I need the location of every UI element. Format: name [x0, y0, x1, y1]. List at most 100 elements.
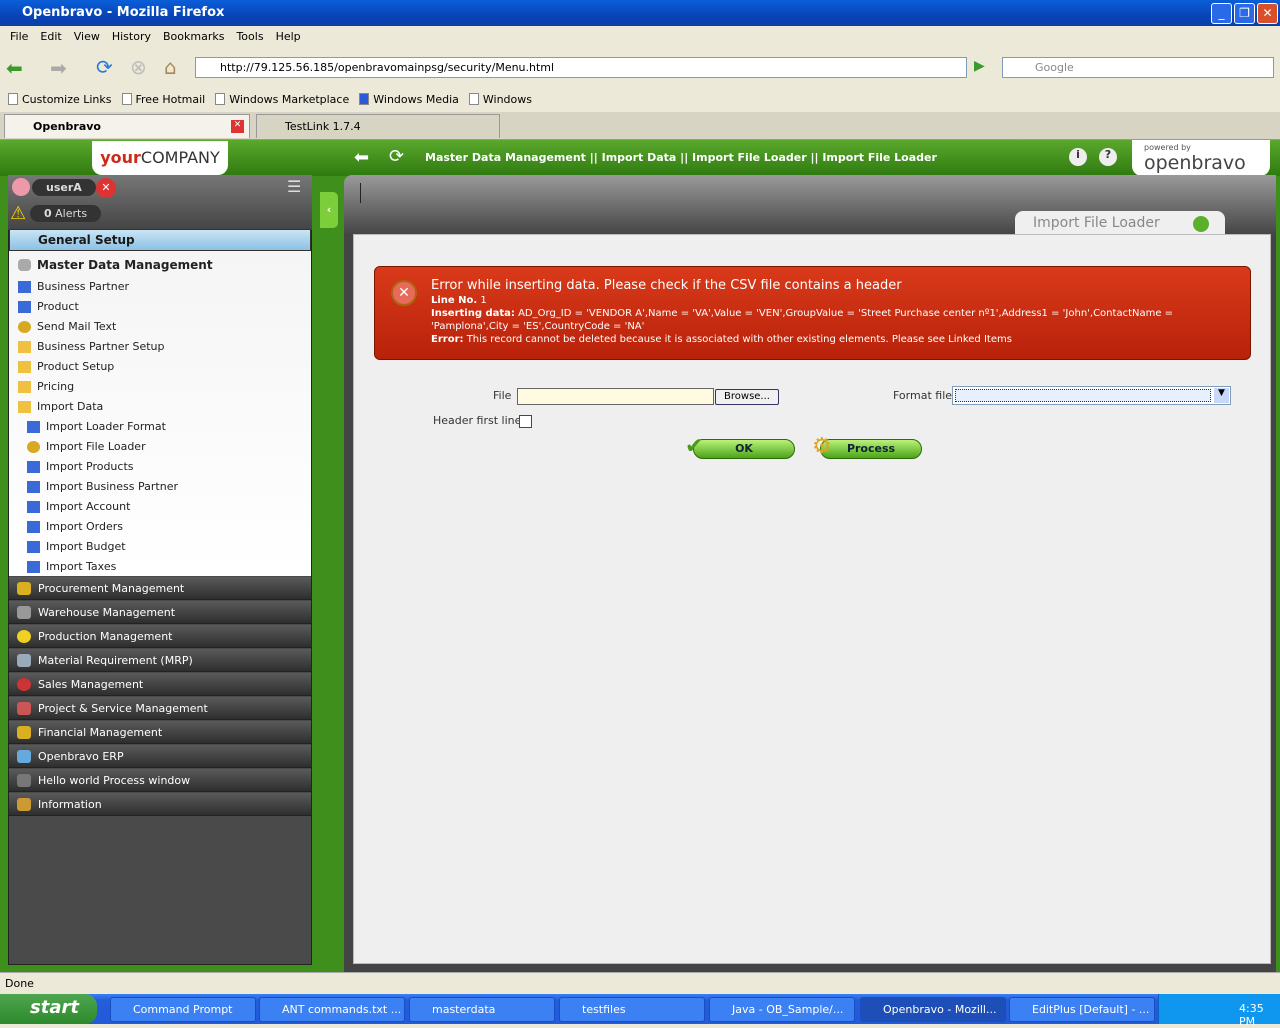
- taskbar-item[interactable]: testfiles: [559, 997, 705, 1022]
- forward-icon[interactable]: ➡: [50, 56, 67, 80]
- logout-icon[interactable]: ✕: [96, 178, 116, 198]
- bookmarks-bar: Customize Links Free Hotmail Windows Mar…: [0, 88, 532, 110]
- page-tab: Import File Loader: [1015, 211, 1225, 236]
- sidebar-item[interactable]: Send Mail Text: [18, 320, 116, 333]
- tab-openbravo[interactable]: Openbravo ✕: [4, 114, 250, 138]
- process-button[interactable]: Process: [820, 439, 922, 459]
- tab-label: TestLink 1.7.4: [285, 120, 361, 133]
- menu-file[interactable]: File: [4, 27, 34, 47]
- collapse-sidebar-button[interactable]: ‹: [320, 192, 338, 228]
- sidebar-master-data-panel: Master Data Management Business Partner …: [9, 251, 311, 576]
- breadcrumb[interactable]: Master Data Management || Import Data ||…: [425, 151, 937, 164]
- chevron-down-icon[interactable]: ▼: [1214, 388, 1229, 403]
- minimize-button[interactable]: _: [1211, 3, 1232, 24]
- sidebar-section-sales[interactable]: Sales Management: [9, 673, 311, 696]
- ok-button[interactable]: OK: [693, 439, 795, 459]
- taskbar-item[interactable]: Command Prompt: [110, 997, 256, 1022]
- bookmark[interactable]: Customize Links: [8, 93, 112, 106]
- sidebar-section-mrp[interactable]: Material Requirement (MRP): [9, 649, 311, 672]
- sidebar-subitem[interactable]: Import Account: [27, 500, 130, 513]
- back-arrow-icon[interactable]: ⬅: [354, 147, 369, 168]
- tab-label: Openbravo: [33, 120, 101, 133]
- sidebar-item[interactable]: Business Partner: [18, 280, 129, 293]
- help-icon[interactable]: ?: [1099, 148, 1117, 166]
- sidebar-section-hello-world[interactable]: Hello world Process window: [9, 769, 311, 792]
- home-icon[interactable]: ⌂: [164, 55, 177, 79]
- sidebar-item[interactable]: Pricing: [18, 380, 74, 393]
- alerts-badge[interactable]: 0 Alerts: [30, 205, 102, 222]
- sidebar-item[interactable]: Product Setup: [18, 360, 114, 373]
- taskbar-item[interactable]: Java - OB_Sample/...: [709, 997, 855, 1022]
- back-icon[interactable]: ⬅: [6, 56, 23, 80]
- bookmark[interactable]: Windows Media: [359, 93, 459, 106]
- menu-bookmarks[interactable]: Bookmarks: [157, 27, 230, 47]
- sidebar-item-master-data-management[interactable]: Master Data Management: [18, 258, 213, 272]
- sidebar-item-general-setup[interactable]: General Setup: [9, 229, 311, 251]
- reload-icon[interactable]: ⟳: [96, 55, 113, 79]
- sidebar-top: userA ✕ ☰ ⚠ 0 Alerts: [8, 175, 312, 230]
- sidebar-section-openbravo-erp[interactable]: Openbravo ERP: [9, 745, 311, 768]
- refresh-icon[interactable]: ⟳: [389, 146, 404, 167]
- taskbar-item[interactable]: Openbravo - Mozill...: [860, 997, 1006, 1022]
- menu-help[interactable]: Help: [270, 27, 307, 47]
- sidebar-section-information[interactable]: Information: [9, 793, 311, 816]
- status-bar: Done: [0, 972, 1280, 994]
- go-icon[interactable]: ▶: [974, 58, 985, 74]
- sidebar-subitem[interactable]: Import Budget: [27, 540, 126, 553]
- toolbar-separator: [360, 183, 361, 203]
- file-label: File: [493, 389, 512, 402]
- format-file-select[interactable]: ▼: [952, 386, 1231, 405]
- error-icon: ✕: [391, 280, 417, 306]
- bookmark[interactable]: Free Hotmail: [121, 93, 205, 106]
- company-logo: yourCOMPANY: [92, 141, 228, 175]
- menu-bar: File Edit View History Bookmarks Tools H…: [0, 27, 1280, 47]
- info-icon[interactable]: i: [1069, 148, 1087, 166]
- bookmark[interactable]: Windows Marketplace: [215, 93, 349, 106]
- sidebar-subitem[interactable]: Import Loader Format: [27, 420, 166, 433]
- sidebar-item[interactable]: Product: [18, 300, 79, 313]
- file-input[interactable]: [517, 388, 714, 405]
- sidebar-section-production[interactable]: Production Management: [9, 625, 311, 648]
- taskbar-item[interactable]: ANT commands.txt ...: [259, 997, 405, 1022]
- menu-view[interactable]: View: [68, 27, 106, 47]
- bookmark[interactable]: Windows: [468, 93, 532, 106]
- sidebar-subitem[interactable]: Import Products: [27, 460, 134, 473]
- search-input[interactable]: Google: [1002, 57, 1274, 78]
- sidebar-subitem[interactable]: Import File Loader: [27, 440, 146, 453]
- stop-icon[interactable]: ⊗: [130, 55, 147, 79]
- expand-collapse-icon[interactable]: ☰: [287, 177, 301, 196]
- header-first-line-checkbox[interactable]: [519, 415, 532, 428]
- sidebar-item[interactable]: Business Partner Setup: [18, 340, 165, 353]
- menu-edit[interactable]: Edit: [34, 27, 67, 47]
- taskbar-item[interactable]: masterdata: [409, 997, 555, 1022]
- url-input[interactable]: http://79.125.56.185/openbravomainpsg/se…: [195, 57, 967, 78]
- menu-history[interactable]: History: [106, 27, 157, 47]
- sidebar-section-financial[interactable]: Financial Management: [9, 721, 311, 744]
- openbravo-logo: powered by openbravo: [1132, 140, 1270, 176]
- sidebar-subitem[interactable]: Import Taxes: [27, 560, 116, 573]
- tab-strip: Openbravo ✕ TestLink 1.7.4: [0, 112, 1280, 140]
- tab-testlink[interactable]: TestLink 1.7.4: [256, 114, 500, 138]
- taskbar-item[interactable]: EditPlus [Default] - ...: [1009, 997, 1155, 1022]
- gear-icon: ⚙: [812, 434, 832, 459]
- close-tab-icon[interactable]: ✕: [231, 120, 244, 133]
- user-icon: [12, 178, 30, 196]
- sidebar-section-procurement[interactable]: Procurement Management: [9, 577, 311, 600]
- sidebar-subitem[interactable]: Import Business Partner: [27, 480, 178, 493]
- window-title: Openbravo - Mozilla Firefox: [0, 0, 1280, 26]
- maximize-button[interactable]: ❐: [1234, 3, 1255, 24]
- openbravo-icon: [1193, 216, 1209, 232]
- error-message: Error while inserting data. Please check…: [374, 266, 1251, 360]
- menu-tools[interactable]: Tools: [230, 27, 269, 47]
- header-first-line-label: Header first line: [433, 414, 522, 427]
- sidebar-item[interactable]: Import Data: [18, 400, 103, 413]
- sidebar-subitem[interactable]: Import Orders: [27, 520, 123, 533]
- browse-button[interactable]: Browse...: [715, 389, 779, 405]
- close-button[interactable]: ✕: [1257, 3, 1278, 24]
- user-name[interactable]: userA: [32, 179, 96, 196]
- checkmark-icon: ✔: [685, 434, 704, 459]
- warning-icon: ⚠: [10, 203, 27, 224]
- sidebar-section-project[interactable]: Project & Service Management: [9, 697, 311, 720]
- start-button[interactable]: start: [0, 994, 97, 1024]
- sidebar-section-warehouse[interactable]: Warehouse Management: [9, 601, 311, 624]
